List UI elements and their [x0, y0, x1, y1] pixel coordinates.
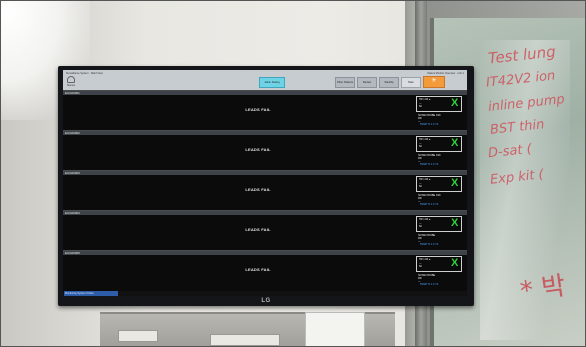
x-mark-icon: X — [451, 137, 459, 149]
hr-label: HR 1:60 ● — [419, 138, 431, 141]
bed-id: ECG00001 — [65, 91, 80, 95]
vitals-side-panel: HR 1:60 ● --- 60 X NOISE PROBE RR --- TEMP … — [416, 216, 463, 249]
bed-panel[interactable]: ECG00002 LEADS FAIL HR 1:60 ● --- 60 X NO… — [63, 130, 467, 171]
vitals-side-panel: HR 1:60 ● --- 60 X NOISE PROBE OFF RR --- T… — [416, 96, 463, 129]
note-line: Test lung — [487, 42, 557, 68]
bed-panel[interactable]: ECG00005 LEADS FAIL HR 1:60 ● --- 60 X NO… — [63, 250, 467, 291]
bed-header-bar — [63, 131, 467, 135]
screen-header: Surveillance System · Ward View Patient … — [63, 70, 467, 90]
bed-id: ECG00005 — [65, 251, 80, 255]
temp-readout: TEMP T1 1.6 T2 — [420, 123, 439, 126]
bed-id: ECG00004 — [65, 211, 80, 215]
temp-readout: TEMP T1 1.6 T2 — [420, 243, 439, 246]
x-mark-icon: X — [451, 257, 459, 269]
hr-box: HR 1:60 ● --- 60 X — [416, 256, 462, 272]
silence-label: Silence — [67, 84, 76, 87]
screen-info: Patient Monitor Overview · Unit 1 — [427, 72, 464, 75]
bed-id: ECG00003 — [65, 171, 80, 175]
brand-logo: LG — [261, 298, 271, 304]
hr-box: HR 1:60 ● --- 60 X — [416, 216, 462, 232]
bed-header-bar — [63, 211, 467, 215]
leads-fail-message: LEADS FAIL — [245, 147, 271, 152]
hr-value: --- 60 — [419, 102, 422, 108]
leads-fail-message: LEADS FAIL — [245, 107, 271, 112]
temp-readout: TEMP T1 1.6 T2 — [420, 283, 439, 286]
bed-panel[interactable]: ECG00003 LEADS FAIL HR 1:60 ● --- 60 X NO… — [63, 170, 467, 211]
hr-box: HR 1:60 ● --- 60 X — [416, 96, 462, 112]
hr-value: --- 60 — [419, 182, 422, 188]
bed-panel[interactable]: ECG00001 LEADS FAIL HR 1:60 ● --- 60 X NO… — [63, 90, 467, 131]
cabinet-paper — [305, 312, 365, 347]
screen-title: Surveillance System · Ward View — [66, 72, 103, 75]
bed-panel[interactable]: ECG00004 LEADS FAIL HR 1:60 ● --- 60 X NO… — [63, 210, 467, 251]
x-mark-icon: X — [451, 97, 459, 109]
note-line: inline pump — [487, 92, 566, 115]
alarm-sun-icon[interactable]: ☀ — [423, 76, 445, 88]
bed-header-bar — [63, 171, 467, 175]
tab-main[interactable]: Main — [401, 77, 421, 88]
bed-id: ECG00002 — [65, 131, 80, 135]
tab-other-patients[interactable]: Other Patients — [335, 77, 355, 88]
hr-label: HR 1:60 ● — [419, 218, 431, 221]
tab-review[interactable]: Review — [357, 77, 377, 88]
note-line: BST thin — [489, 117, 546, 138]
leads-fail-message: LEADS FAIL — [245, 187, 271, 192]
cabinet-label — [118, 330, 158, 342]
hr-box: HR 1:60 ● --- 60 X — [416, 176, 462, 192]
room-scene: Test lung IT42V2 ion inline pump BST thi… — [0, 0, 586, 347]
hr-box: HR 1:60 ● --- 60 X — [416, 136, 462, 152]
hr-value: --- 60 — [419, 142, 422, 148]
alarm-setting-button[interactable]: Alarm Setting — [259, 77, 285, 88]
note-line: Exp kit ( — [489, 167, 545, 188]
screen-footer: Monitoring System Online — [63, 291, 467, 296]
probe-status: NOISE PROBE OFF RR --- — [418, 114, 441, 123]
bed-header-bar — [63, 251, 467, 255]
glass-note-bottom: * 박 — [518, 270, 568, 307]
note-line: D-sat ( — [487, 141, 533, 162]
x-mark-icon: X — [451, 217, 459, 229]
vitals-side-panel: HR 1:60 ● --- 60 X NOISE PROBE OFF RR --- T… — [416, 176, 463, 209]
probe-status: NOISE PROBE OFF RR --- — [418, 154, 441, 163]
note-line: IT42V2 ion — [485, 68, 557, 91]
probe-status: NOISE PROBE RR --- — [418, 274, 436, 283]
hr-value: --- 60 — [419, 222, 422, 228]
leads-fail-message: LEADS FAIL — [245, 227, 271, 232]
tab-standby[interactable]: Standby — [379, 77, 399, 88]
status-badge: Monitoring System Online — [64, 291, 118, 296]
hr-label: HR 1:60 ● — [419, 178, 431, 181]
hr-value: --- 60 — [419, 262, 422, 268]
temp-readout: TEMP T1 1.6 T2 — [420, 163, 439, 166]
vitals-side-panel: HR 1:60 ● --- 60 X NOISE PROBE OFF RR --- T… — [416, 136, 463, 169]
cabinet-label — [210, 334, 280, 346]
monitor-screen: Surveillance System · Ward View Patient … — [63, 70, 467, 296]
leads-fail-message: LEADS FAIL — [245, 267, 271, 272]
x-mark-icon: X — [451, 177, 459, 189]
bell-icon[interactable] — [67, 76, 75, 83]
bed-header-bar — [63, 91, 467, 95]
hr-label: HR 1:60 ● — [419, 98, 431, 101]
temp-readout: TEMP T1 1.6 T2 — [420, 203, 439, 206]
probe-status: NOISE PROBE OFF RR --- — [418, 194, 441, 203]
probe-status: NOISE PROBE RR --- — [418, 234, 436, 243]
hr-label: HR 1:60 ● — [419, 258, 431, 261]
glass-whiteboard-notes: Test lung IT42V2 ion inline pump BST thi… — [485, 42, 586, 196]
vitals-side-panel: HR 1:60 ● --- 60 X NOISE PROBE RR --- TEMP … — [416, 256, 463, 289]
